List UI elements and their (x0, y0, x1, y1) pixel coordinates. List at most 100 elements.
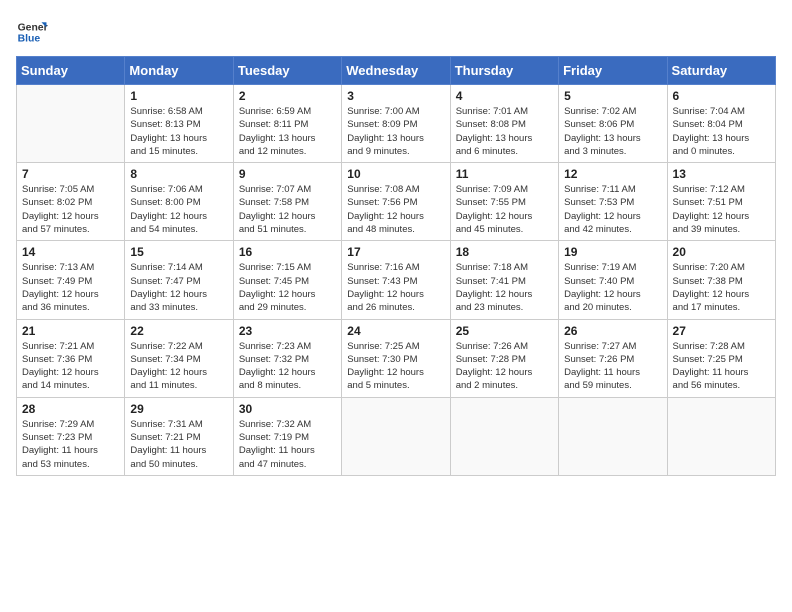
calendar-day-cell: 11 Sunrise: 7:09 AM Sunset: 7:55 PM Dayli… (450, 163, 558, 241)
calendar-day-cell: 30 Sunrise: 7:32 AM Sunset: 7:19 PM Dayli… (233, 397, 341, 475)
day-info: Sunrise: 7:04 AM Sunset: 8:04 PM Dayligh… (673, 105, 770, 158)
calendar-day-cell: 18 Sunrise: 7:18 AM Sunset: 7:41 PM Dayli… (450, 241, 558, 319)
day-info: Sunrise: 7:14 AM Sunset: 7:47 PM Dayligh… (130, 261, 227, 314)
calendar-day-cell: 26 Sunrise: 7:27 AM Sunset: 7:26 PM Dayli… (559, 319, 667, 397)
day-info: Sunrise: 7:23 AM Sunset: 7:32 PM Dayligh… (239, 340, 336, 393)
calendar-table: SundayMondayTuesdayWednesdayThursdayFrid… (16, 56, 776, 476)
day-info: Sunrise: 7:09 AM Sunset: 7:55 PM Dayligh… (456, 183, 553, 236)
calendar-day-cell: 27Sunrise: 7:28 AM Sunset: 7:25 PM Dayli… (667, 319, 775, 397)
calendar-week-row: 14 Sunrise: 7:13 AM Sunset: 7:49 PM Dayli… (17, 241, 776, 319)
calendar-day-cell: 28 Sunrise: 7:29 AM Sunset: 7:23 PM Dayli… (17, 397, 125, 475)
weekday-header-row: SundayMondayTuesdayWednesdayThursdayFrid… (17, 57, 776, 85)
day-info: Sunrise: 7:18 AM Sunset: 7:41 PM Dayligh… (456, 261, 553, 314)
calendar-day-cell: 17 Sunrise: 7:16 AM Sunset: 7:43 PM Dayli… (342, 241, 450, 319)
day-number: 15 (130, 245, 227, 259)
weekday-header-sunday: Sunday (17, 57, 125, 85)
calendar-day-cell (559, 397, 667, 475)
day-info: Sunrise: 7:02 AM Sunset: 8:06 PM Dayligh… (564, 105, 661, 158)
calendar-week-row: 7 Sunrise: 7:05 AM Sunset: 8:02 PM Daylig… (17, 163, 776, 241)
day-info: Sunrise: 7:25 AM Sunset: 7:30 PM Dayligh… (347, 340, 444, 393)
day-number: 17 (347, 245, 444, 259)
day-info: Sunrise: 7:21 AM Sunset: 7:36 PM Dayligh… (22, 340, 119, 393)
calendar-day-cell: 15 Sunrise: 7:14 AM Sunset: 7:47 PM Dayli… (125, 241, 233, 319)
day-number: 26 (564, 324, 661, 338)
weekday-header-friday: Friday (559, 57, 667, 85)
day-info: Sunrise: 7:32 AM Sunset: 7:19 PM Dayligh… (239, 418, 336, 471)
day-number: 19 (564, 245, 661, 259)
day-number: 7 (22, 167, 119, 181)
day-info: Sunrise: 7:06 AM Sunset: 8:00 PM Dayligh… (130, 183, 227, 236)
day-info: Sunrise: 7:31 AM Sunset: 7:21 PM Dayligh… (130, 418, 227, 471)
day-number: 29 (130, 402, 227, 416)
page-header: General Blue (16, 16, 776, 48)
weekday-header-wednesday: Wednesday (342, 57, 450, 85)
calendar-day-cell: 8 Sunrise: 7:06 AM Sunset: 8:00 PM Daylig… (125, 163, 233, 241)
weekday-header-monday: Monday (125, 57, 233, 85)
calendar-day-cell: 2Sunrise: 6:59 AM Sunset: 8:11 PM Daylig… (233, 85, 341, 163)
day-number: 30 (239, 402, 336, 416)
calendar-day-cell (342, 397, 450, 475)
day-info: Sunrise: 6:58 AM Sunset: 8:13 PM Dayligh… (130, 105, 227, 158)
day-info: Sunrise: 7:15 AM Sunset: 7:45 PM Dayligh… (239, 261, 336, 314)
svg-text:Blue: Blue (18, 34, 41, 45)
day-number: 20 (673, 245, 770, 259)
day-info: Sunrise: 7:08 AM Sunset: 7:56 PM Dayligh… (347, 183, 444, 236)
day-info: Sunrise: 7:13 AM Sunset: 7:49 PM Dayligh… (22, 261, 119, 314)
calendar-day-cell: 10 Sunrise: 7:08 AM Sunset: 7:56 PM Dayli… (342, 163, 450, 241)
day-number: 9 (239, 167, 336, 181)
day-info: Sunrise: 7:12 AM Sunset: 7:51 PM Dayligh… (673, 183, 770, 236)
day-info: Sunrise: 7:01 AM Sunset: 8:08 PM Dayligh… (456, 105, 553, 158)
day-number: 5 (564, 89, 661, 103)
day-number: 10 (347, 167, 444, 181)
day-info: Sunrise: 7:16 AM Sunset: 7:43 PM Dayligh… (347, 261, 444, 314)
calendar-day-cell (450, 397, 558, 475)
day-number: 3 (347, 89, 444, 103)
calendar-day-cell: 6 Sunrise: 7:04 AM Sunset: 8:04 PM Daylig… (667, 85, 775, 163)
calendar-day-cell: 21 Sunrise: 7:21 AM Sunset: 7:36 PM Dayli… (17, 319, 125, 397)
day-info: Sunrise: 7:00 AM Sunset: 8:09 PM Dayligh… (347, 105, 444, 158)
calendar-day-cell: 5 Sunrise: 7:02 AM Sunset: 8:06 PM Daylig… (559, 85, 667, 163)
calendar-week-row: 1 Sunrise: 6:58 AM Sunset: 8:13 PM Daylig… (17, 85, 776, 163)
calendar-day-cell: 14 Sunrise: 7:13 AM Sunset: 7:49 PM Dayli… (17, 241, 125, 319)
day-number: 11 (456, 167, 553, 181)
calendar-week-row: 28 Sunrise: 7:29 AM Sunset: 7:23 PM Dayli… (17, 397, 776, 475)
day-number: 4 (456, 89, 553, 103)
calendar-day-cell: 25Sunrise: 7:26 AM Sunset: 7:28 PM Dayli… (450, 319, 558, 397)
day-number: 14 (22, 245, 119, 259)
day-info: Sunrise: 7:29 AM Sunset: 7:23 PM Dayligh… (22, 418, 119, 471)
calendar-day-cell: 3 Sunrise: 7:00 AM Sunset: 8:09 PM Daylig… (342, 85, 450, 163)
weekday-header-saturday: Saturday (667, 57, 775, 85)
calendar-day-cell: 13 Sunrise: 7:12 AM Sunset: 7:51 PM Dayli… (667, 163, 775, 241)
day-info: Sunrise: 7:05 AM Sunset: 8:02 PM Dayligh… (22, 183, 119, 236)
calendar-day-cell: 23 Sunrise: 7:23 AM Sunset: 7:32 PM Dayli… (233, 319, 341, 397)
calendar-day-cell: 19Sunrise: 7:19 AM Sunset: 7:40 PM Dayli… (559, 241, 667, 319)
calendar-day-cell (667, 397, 775, 475)
calendar-day-cell: 12 Sunrise: 7:11 AM Sunset: 7:53 PM Dayli… (559, 163, 667, 241)
day-number: 28 (22, 402, 119, 416)
weekday-header-thursday: Thursday (450, 57, 558, 85)
day-number: 16 (239, 245, 336, 259)
day-number: 22 (130, 324, 227, 338)
day-number: 6 (673, 89, 770, 103)
calendar-day-cell: 9 Sunrise: 7:07 AM Sunset: 7:58 PM Daylig… (233, 163, 341, 241)
calendar-day-cell (17, 85, 125, 163)
day-info: Sunrise: 7:11 AM Sunset: 7:53 PM Dayligh… (564, 183, 661, 236)
day-number: 1 (130, 89, 227, 103)
calendar-week-row: 21 Sunrise: 7:21 AM Sunset: 7:36 PM Dayli… (17, 319, 776, 397)
day-number: 21 (22, 324, 119, 338)
day-info: Sunrise: 7:07 AM Sunset: 7:58 PM Dayligh… (239, 183, 336, 236)
day-number: 8 (130, 167, 227, 181)
day-number: 13 (673, 167, 770, 181)
day-info: Sunrise: 7:20 AM Sunset: 7:38 PM Dayligh… (673, 261, 770, 314)
calendar-day-cell: 29 Sunrise: 7:31 AM Sunset: 7:21 PM Dayli… (125, 397, 233, 475)
day-number: 12 (564, 167, 661, 181)
day-number: 18 (456, 245, 553, 259)
calendar-day-cell: 1 Sunrise: 6:58 AM Sunset: 8:13 PM Daylig… (125, 85, 233, 163)
calendar-day-cell: 7 Sunrise: 7:05 AM Sunset: 8:02 PM Daylig… (17, 163, 125, 241)
calendar-day-cell: 24Sunrise: 7:25 AM Sunset: 7:30 PM Dayli… (342, 319, 450, 397)
day-number: 23 (239, 324, 336, 338)
day-info: Sunrise: 7:28 AM Sunset: 7:25 PM Dayligh… (673, 340, 770, 393)
calendar-day-cell: 22Sunrise: 7:22 AM Sunset: 7:34 PM Dayli… (125, 319, 233, 397)
day-info: Sunrise: 7:27 AM Sunset: 7:26 PM Dayligh… (564, 340, 661, 393)
day-number: 25 (456, 324, 553, 338)
